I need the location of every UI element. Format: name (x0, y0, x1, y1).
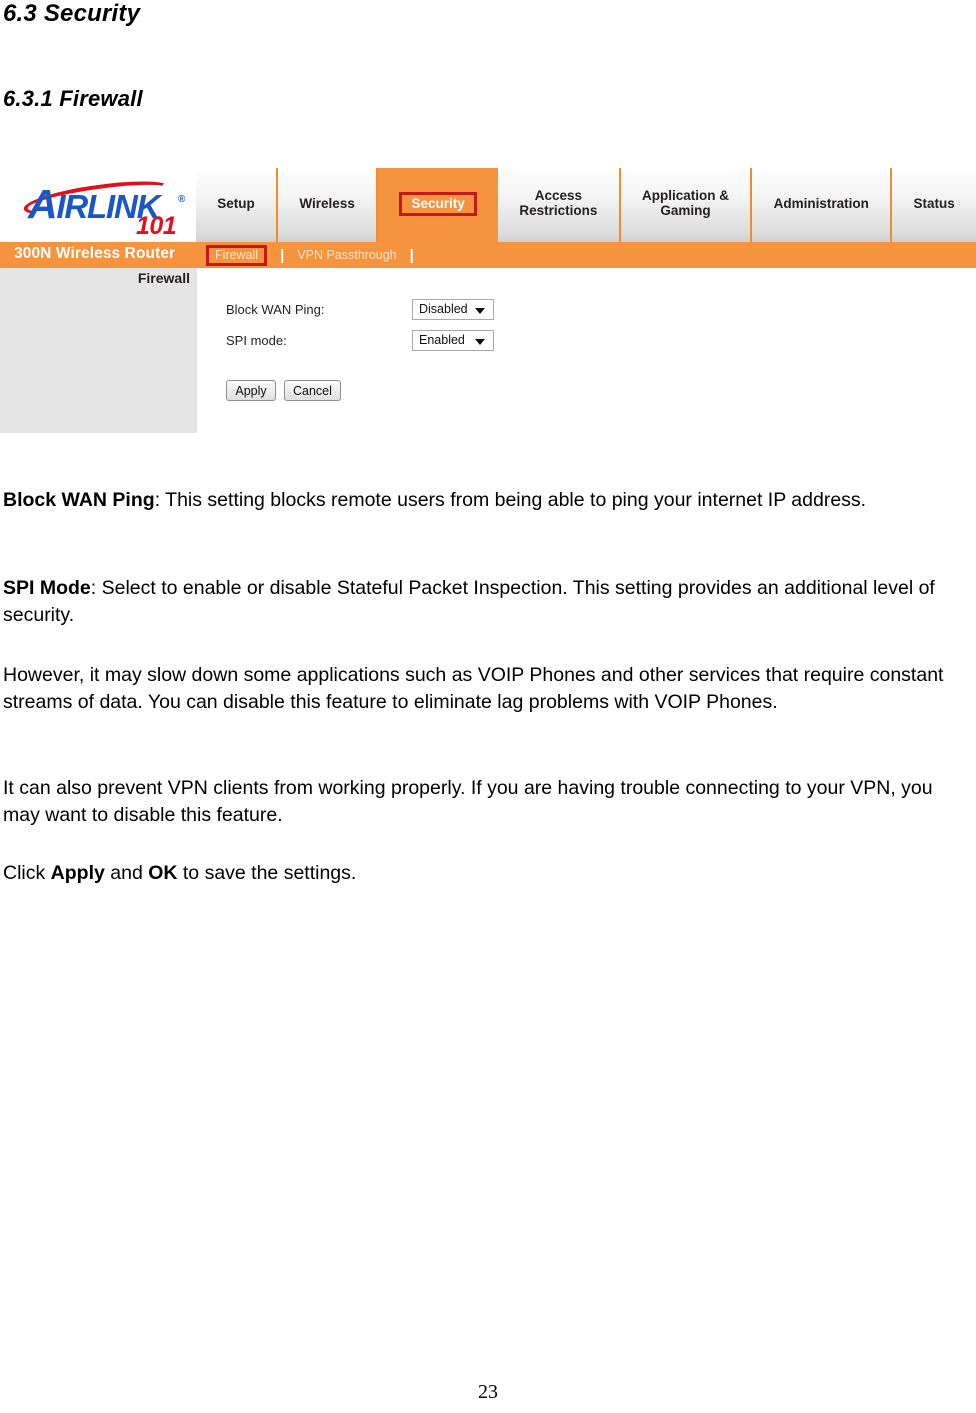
subnav-item-vpn-passthrough[interactable]: VPN Passthrough (295, 248, 398, 262)
ok-keyword: OK (148, 862, 178, 884)
save-instruction-pre: Click (3, 862, 51, 884)
section-heading-firewall: Firewall (137, 270, 190, 286)
paragraph-spi-mode: SPI Mode: Select to enable or disable St… (3, 575, 971, 628)
spi-mode-description: : Select to enable or disable Stateful P… (3, 577, 935, 626)
logo-brand-suffix: 101 (136, 212, 177, 240)
sub-nav-bar: 300N Wireless Router Firewall | VPN Pass… (0, 242, 976, 268)
tab-status-label: Status (913, 195, 955, 211)
subnav-item-firewall[interactable]: Firewall (206, 244, 268, 266)
tab-application-gaming-label: Application & Gaming (641, 188, 729, 218)
tab-administration-label: Administration (773, 195, 869, 211)
subnav-separator-2: | (409, 246, 414, 264)
paragraph-vpn-note: It can also prevent VPN clients from wor… (3, 777, 933, 826)
router-admin-screenshot: AIRLINK ® 101 Setup Wireless Security Ac… (0, 168, 976, 433)
tab-security[interactable]: Security (378, 168, 499, 242)
side-panel (0, 268, 197, 433)
save-instruction-post: to save the settings. (177, 862, 357, 884)
tab-access-restrictions[interactable]: Access Restrictions (498, 168, 621, 242)
paragraph-save-instruction: Click Apply and OK to save the settings. (3, 860, 971, 887)
tab-application-gaming[interactable]: Application & Gaming (620, 168, 753, 242)
apply-button[interactable]: Apply (226, 380, 276, 401)
logo-brand-cap: A (28, 181, 58, 227)
spi-mode-value: Enabled (419, 333, 465, 347)
airlink-logo: AIRLINK ® 101 (0, 168, 196, 242)
page-title: 6.3 Security (3, 0, 141, 27)
form-row-block-wan-ping: Block WAN Ping: Disabled (226, 298, 494, 320)
page-number: 23 (478, 1381, 498, 1403)
block-wan-ping-value: Disabled (419, 302, 468, 316)
tab-status[interactable]: Status (892, 168, 976, 242)
router-header: AIRLINK ® 101 Setup Wireless Security Ac… (0, 168, 976, 242)
registered-trademark-icon: ® (178, 194, 186, 205)
subsection-title: 6.3.1 Firewall (3, 86, 143, 111)
block-wan-ping-select[interactable]: Disabled (412, 298, 494, 320)
router-model-label: 300N Wireless Router (14, 245, 176, 262)
sub-nav-items: Firewall | VPN Passthrough | (206, 242, 425, 268)
main-nav-tabs: Setup Wireless Security Access Restrictio… (196, 168, 976, 242)
tab-setup-label: Setup (217, 195, 255, 211)
spi-mode-term: SPI Mode (3, 577, 91, 599)
tab-setup[interactable]: Setup (196, 168, 279, 242)
tab-administration[interactable]: Administration (752, 168, 893, 242)
tab-wireless-label: Wireless (299, 195, 355, 211)
paragraph-block-wan-ping: Block WAN Ping: This setting blocks remo… (3, 487, 971, 514)
block-wan-ping-term: Block WAN Ping (3, 489, 155, 511)
tab-wireless[interactable]: Wireless (278, 168, 379, 242)
chevron-down-icon (475, 338, 485, 345)
apply-keyword: Apply (50, 862, 105, 884)
block-wan-ping-label: Block WAN Ping: (226, 301, 325, 317)
spi-mode-label: SPI mode: (226, 332, 287, 348)
firewall-settings-form: Block WAN Ping: Disabled SPI mode: Enabl… (226, 298, 494, 360)
cancel-button[interactable]: Cancel (284, 380, 341, 401)
router-content-area: Firewall Block WAN Ping: Disabled SPI mo… (0, 268, 976, 433)
tab-access-restrictions-label: Access Restrictions (519, 188, 598, 218)
form-row-spi-mode: SPI mode: Enabled (226, 329, 494, 351)
save-instruction-mid: and (104, 862, 149, 884)
chevron-down-icon (475, 307, 485, 314)
tab-security-label: Security (399, 191, 477, 217)
subnav-separator-1: | (280, 246, 285, 264)
spi-mode-select[interactable]: Enabled (412, 329, 494, 351)
form-action-buttons: Apply Cancel (226, 380, 341, 401)
paragraph-voip-note: However, it may slow down some applicati… (3, 664, 944, 713)
block-wan-ping-description: : This setting blocks remote users from … (154, 489, 867, 511)
